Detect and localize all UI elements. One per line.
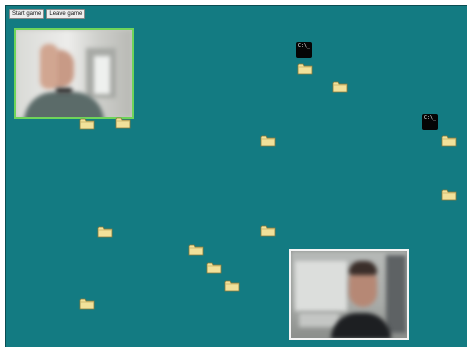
folder-icon[interactable] — [260, 134, 276, 147]
folder-icon[interactable] — [79, 297, 95, 310]
folder-icon[interactable] — [260, 224, 276, 237]
folder-icon[interactable] — [188, 243, 204, 256]
terminal-icon[interactable]: C:\_ — [422, 114, 438, 130]
participant-video-remote — [289, 249, 409, 340]
folder-icon[interactable] — [441, 134, 457, 147]
folder-icon[interactable] — [206, 261, 222, 274]
folder-icon[interactable] — [115, 116, 131, 129]
folder-icon[interactable] — [97, 225, 113, 238]
folder-icon[interactable] — [79, 117, 95, 130]
participant-video-self — [14, 28, 134, 119]
folder-icon[interactable] — [224, 279, 240, 292]
folder-icon[interactable] — [297, 62, 313, 75]
leave-game-button[interactable]: Leave game — [46, 9, 86, 19]
folder-icon[interactable] — [441, 188, 457, 201]
start-game-button[interactable]: Start game — [9, 9, 45, 19]
game-window: Start game Leave game C:\_ C:\_ — [0, 0, 469, 349]
terminal-icon[interactable]: C:\_ — [296, 42, 312, 58]
game-toolbar: Start game Leave game — [9, 9, 86, 19]
folder-icon[interactable] — [332, 80, 348, 93]
